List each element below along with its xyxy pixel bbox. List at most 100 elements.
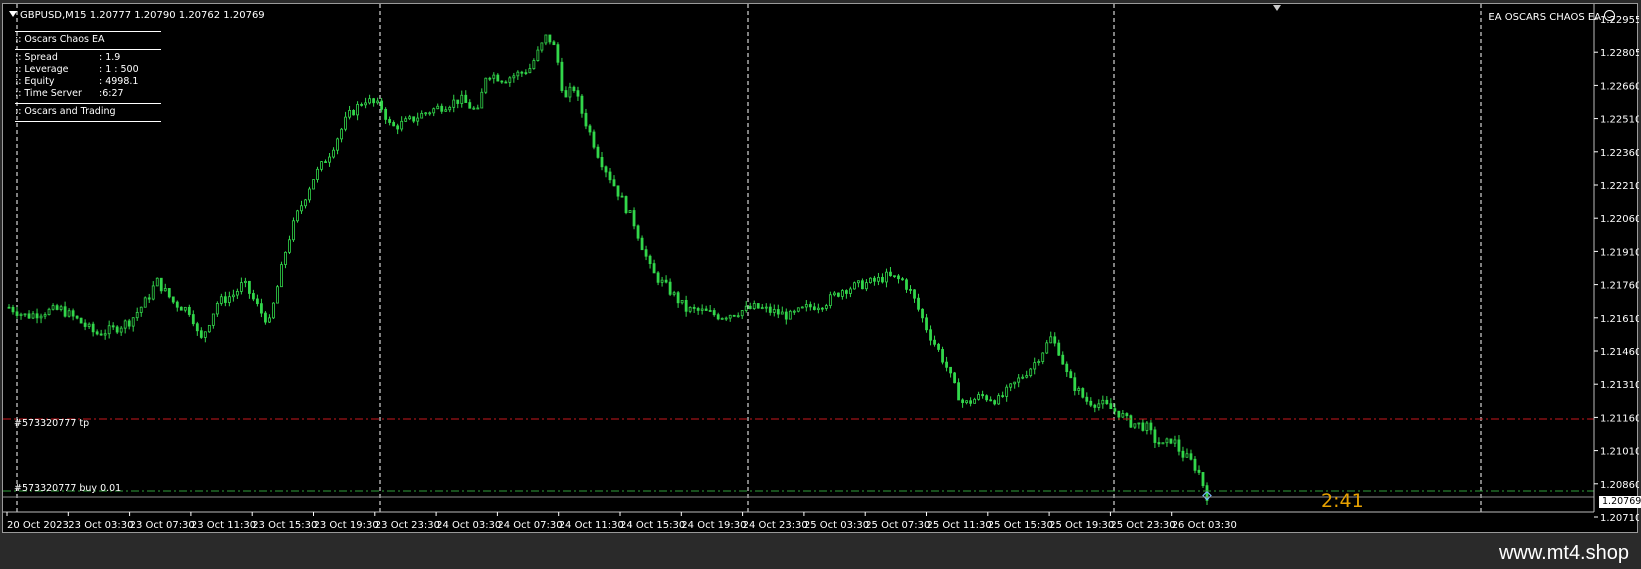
x-tick-label: 26 Oct 03:30 bbox=[1172, 520, 1237, 531]
candle-body bbox=[1125, 413, 1129, 417]
ea-info-panel: :: Oscars Chaos EA :: Spread: 1.9 :: Lev… bbox=[15, 28, 161, 124]
candle-body bbox=[897, 275, 900, 280]
order-lines[interactable] bbox=[3, 418, 1594, 498]
y-tick-label: 1.21610 bbox=[1600, 314, 1639, 325]
candle-body bbox=[1013, 381, 1017, 385]
candle-body bbox=[885, 271, 888, 283]
candle bbox=[71, 308, 75, 321]
buy-order-label: #573320777 buy 0.01 bbox=[14, 483, 122, 494]
candle-body bbox=[11, 306, 15, 313]
spread-row: :: Spread: 1.9 bbox=[15, 52, 161, 64]
candle-body bbox=[788, 310, 792, 320]
candle bbox=[324, 159, 327, 163]
candle-body bbox=[1113, 408, 1117, 412]
x-tick-label: 23 Oct 23:30 bbox=[375, 520, 440, 531]
candle bbox=[195, 321, 199, 336]
candle bbox=[484, 77, 488, 95]
y-tick-label: 1.22210 bbox=[1600, 181, 1639, 192]
candle bbox=[1205, 482, 1209, 505]
candle bbox=[107, 320, 111, 339]
chart-window[interactable]: 1.22955 1.22805 1.22660 1.22510 1.22360 1.222… bbox=[2, 3, 1641, 534]
candle-body bbox=[832, 292, 836, 296]
spread-label: :: Spread bbox=[15, 52, 58, 63]
candle-body bbox=[1129, 415, 1133, 428]
candle-body bbox=[937, 343, 940, 350]
candles bbox=[7, 34, 1212, 505]
candle bbox=[348, 105, 351, 120]
candle bbox=[660, 276, 664, 287]
candle bbox=[432, 107, 436, 117]
candle bbox=[23, 313, 27, 318]
candle-body bbox=[760, 307, 764, 309]
candle-body bbox=[248, 280, 251, 294]
price-chart[interactable]: 1.229551.228051.226601.225101.223601.222… bbox=[3, 4, 1639, 534]
candle bbox=[1005, 384, 1009, 402]
candle bbox=[925, 313, 928, 333]
candle bbox=[748, 302, 752, 310]
candle-body bbox=[901, 278, 904, 281]
candle bbox=[215, 301, 219, 317]
candle-body bbox=[997, 395, 1001, 405]
candle-body bbox=[203, 331, 207, 338]
candle bbox=[1089, 397, 1093, 408]
candle-body bbox=[1197, 469, 1201, 473]
candle-body bbox=[572, 86, 576, 92]
candle bbox=[231, 289, 235, 302]
candle bbox=[187, 304, 191, 317]
candle-body bbox=[877, 276, 880, 282]
y-tick-label: 1.22360 bbox=[1600, 148, 1639, 159]
candle-body bbox=[1073, 377, 1077, 391]
candle bbox=[276, 284, 279, 304]
chart-shift-marker-icon[interactable] bbox=[1273, 5, 1281, 11]
candle bbox=[1169, 438, 1173, 445]
candle bbox=[15, 306, 19, 319]
candle bbox=[1149, 420, 1153, 435]
candle-body bbox=[163, 288, 167, 292]
candle bbox=[800, 306, 804, 309]
candle-body bbox=[612, 179, 616, 187]
candle bbox=[945, 356, 948, 372]
candle-timer: 2:41 bbox=[1321, 490, 1364, 512]
candle-body bbox=[508, 77, 512, 83]
candle bbox=[408, 114, 412, 121]
candle bbox=[1041, 352, 1045, 365]
candle bbox=[716, 312, 720, 321]
divider bbox=[15, 49, 161, 50]
candle-body bbox=[199, 330, 203, 338]
candle-body bbox=[312, 179, 315, 190]
candle-body bbox=[949, 366, 952, 374]
candle bbox=[1093, 403, 1097, 413]
candle-body bbox=[59, 306, 63, 310]
candle-body bbox=[99, 333, 103, 336]
candle-body bbox=[556, 44, 560, 63]
candle bbox=[608, 168, 612, 184]
candle bbox=[460, 90, 464, 108]
smiley-icon[interactable] bbox=[1604, 10, 1615, 21]
candle bbox=[211, 313, 215, 329]
candle-body bbox=[19, 313, 23, 316]
candle bbox=[456, 99, 460, 109]
symbol-header: GBPUSD,M15 1.20777 1.20790 1.20762 1.207… bbox=[9, 10, 265, 21]
candle bbox=[131, 317, 135, 332]
dropdown-triangle-icon[interactable] bbox=[9, 11, 17, 17]
candle bbox=[364, 97, 367, 109]
expert-advisor-name[interactable]: EA OSCARS CHAOS EA bbox=[1488, 12, 1601, 23]
candle-body bbox=[1085, 396, 1089, 402]
candle bbox=[288, 235, 291, 255]
candle bbox=[59, 304, 63, 312]
candle-body bbox=[1029, 368, 1033, 376]
candle-body bbox=[340, 128, 343, 140]
candle-body bbox=[288, 239, 291, 253]
candle-body bbox=[1081, 388, 1085, 398]
candle-body bbox=[1177, 439, 1181, 452]
time-server-row: :: Time Server:6:27 bbox=[15, 88, 161, 100]
y-tick-label: 1.22060 bbox=[1600, 214, 1639, 225]
candle-body bbox=[1201, 472, 1205, 487]
candle bbox=[612, 175, 616, 187]
candle bbox=[985, 394, 989, 402]
x-tick-label: 24 Oct 15:30 bbox=[620, 520, 685, 531]
candle bbox=[252, 289, 255, 302]
x-tick-label: 20 Oct 2023 bbox=[7, 520, 69, 531]
candle bbox=[360, 102, 363, 107]
candle bbox=[1161, 442, 1165, 445]
